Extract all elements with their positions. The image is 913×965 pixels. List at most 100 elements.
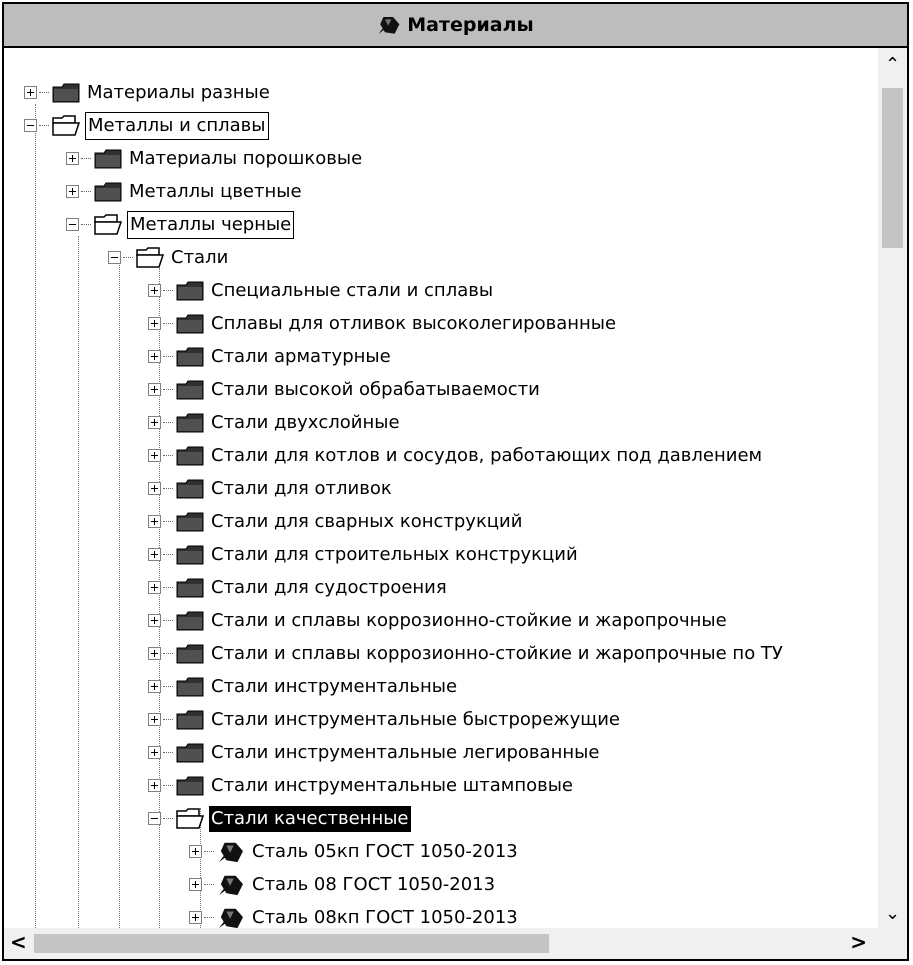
materials-window: Материалы Материалы разные Металлы и спл… xyxy=(2,2,909,961)
tree-node-label: Стали инструментальные быстрорежущие xyxy=(211,708,620,730)
tree-node-metals[interactable]: Металлы и сплавы xyxy=(24,109,269,142)
tree-node-label: Стали и сплавы коррозионно-стойкие и жар… xyxy=(211,642,783,664)
tree-node[interactable]: Стали для строительных конструкций xyxy=(148,538,580,571)
tree-node[interactable]: Стали двухслойные xyxy=(148,406,402,439)
plus-box-icon[interactable] xyxy=(148,416,161,429)
minus-box-icon[interactable] xyxy=(108,251,121,264)
scroll-down-icon[interactable]: ⌄ xyxy=(878,903,907,924)
tree-node-label: Стали инструментальные штамповые xyxy=(211,774,574,796)
plus-box-icon[interactable] xyxy=(148,680,161,693)
tree-node-label: Стали инструментальные xyxy=(211,675,458,697)
tree-node[interactable]: Стали и сплавы коррозионно-стойкие и жар… xyxy=(148,637,785,670)
tree-guide-line xyxy=(78,236,79,930)
plus-box-icon[interactable] xyxy=(24,86,37,99)
folder-icon xyxy=(175,312,205,336)
folder-open-icon xyxy=(51,114,81,138)
tree-node[interactable]: Сталь 05кп ГОСТ 1050-2013 xyxy=(189,835,520,868)
scroll-up-icon[interactable]: ⌃ xyxy=(878,54,907,75)
plus-box-icon[interactable] xyxy=(148,614,161,627)
plus-box-icon[interactable] xyxy=(66,185,79,198)
plus-box-icon[interactable] xyxy=(148,581,161,594)
scroll-right-icon[interactable]: > xyxy=(850,930,867,954)
tree-node-materials-misc[interactable]: Материалы разные xyxy=(24,76,272,109)
tree-node[interactable]: Стали для судостроения xyxy=(148,571,449,604)
tree-node-label: Стали двухслойные xyxy=(211,411,400,433)
folder-icon xyxy=(175,411,205,435)
folder-icon xyxy=(175,741,205,765)
folder-open-icon xyxy=(135,246,165,270)
materials-tree[interactable]: Материалы разные Металлы и сплавы Матери… xyxy=(4,48,880,930)
horizontal-scroll-thumb[interactable] xyxy=(34,934,549,953)
tree-node[interactable]: Стали и сплавы коррозионно-стойкие и жар… xyxy=(148,604,729,637)
folder-icon xyxy=(175,279,205,303)
plus-box-icon[interactable] xyxy=(148,548,161,561)
tree-guide-line xyxy=(35,104,36,930)
tree-node-label: Сплавы для отливок высоколегированные xyxy=(211,312,617,334)
folder-icon xyxy=(175,708,205,732)
material-icon xyxy=(216,906,246,930)
tree-node[interactable]: Сплавы для отливок высоколегированные xyxy=(148,307,618,340)
folder-icon xyxy=(175,609,205,633)
tree-node[interactable]: Стали арматурные xyxy=(148,340,393,373)
minus-box-icon[interactable] xyxy=(148,812,161,825)
folder-icon xyxy=(175,675,205,699)
plus-box-icon[interactable] xyxy=(148,746,161,759)
tree-node-steels[interactable]: Стали xyxy=(108,241,230,274)
tree-node[interactable]: Стали инструментальные легированные xyxy=(148,736,601,769)
tree-node-label: Сталь 08кп ГОСТ 1050-2013 xyxy=(252,906,518,928)
tree-node[interactable]: Стали высокой обрабатываемости xyxy=(148,373,542,406)
plus-box-icon[interactable] xyxy=(148,482,161,495)
scroll-left-icon[interactable]: < xyxy=(10,930,27,954)
tree-node-label: Стали для строительных конструкций xyxy=(211,543,578,565)
tree-guide-line xyxy=(119,252,120,930)
tree-node-label: Металлы цветные xyxy=(129,180,302,202)
tree-node-nonferrous[interactable]: Металлы цветные xyxy=(66,175,304,208)
folder-icon xyxy=(175,774,205,798)
tree-node[interactable]: Сталь 08кп ГОСТ 1050-2013 xyxy=(189,901,520,930)
plus-box-icon[interactable] xyxy=(148,515,161,528)
folder-icon xyxy=(175,477,205,501)
tree-node[interactable]: Стали для отливок xyxy=(148,472,394,505)
tree-node-label: Металлы черные xyxy=(127,210,295,239)
tree-node-label: Стали инструментальные легированные xyxy=(211,741,600,763)
folder-icon xyxy=(93,147,123,171)
tree-node[interactable]: Сталь 08 ГОСТ 1050-2013 xyxy=(189,868,497,901)
tree-node-label: Стали xyxy=(171,246,229,268)
vertical-scroll-thumb[interactable] xyxy=(882,88,903,248)
plus-box-icon[interactable] xyxy=(148,350,161,363)
plus-box-icon[interactable] xyxy=(148,713,161,726)
plus-box-icon[interactable] xyxy=(148,779,161,792)
folder-icon xyxy=(51,81,81,105)
plus-box-icon[interactable] xyxy=(148,647,161,660)
tree-node-label-selected: Стали качественные xyxy=(209,805,411,832)
plus-box-icon[interactable] xyxy=(66,152,79,165)
material-icon xyxy=(377,13,401,37)
tree-node-label: Сталь 08 ГОСТ 1050-2013 xyxy=(252,873,496,895)
folder-icon xyxy=(175,345,205,369)
vertical-scrollbar[interactable]: ⌃ ⌄ xyxy=(878,48,907,930)
tree-node-label: Стали для судостроения xyxy=(211,576,447,598)
plus-box-icon[interactable] xyxy=(148,449,161,462)
tree-node-powder[interactable]: Материалы порошковые xyxy=(66,142,364,175)
tree-node[interactable]: Стали инструментальные штамповые xyxy=(148,769,575,802)
tree-node[interactable]: Стали инструментальные xyxy=(148,670,459,703)
plus-box-icon[interactable] xyxy=(148,284,161,297)
horizontal-scrollbar[interactable]: < > xyxy=(4,928,907,959)
folder-icon xyxy=(175,378,205,402)
tree-node-quality-steels[interactable]: Стали качественные xyxy=(148,802,411,835)
tree-node-label: Стали для отливок xyxy=(211,477,392,499)
minus-box-icon[interactable] xyxy=(24,119,37,132)
minus-box-icon[interactable] xyxy=(66,218,79,231)
plus-box-icon[interactable] xyxy=(148,317,161,330)
plus-box-icon[interactable] xyxy=(189,878,202,891)
tree-node-ferrous[interactable]: Металлы черные xyxy=(66,208,295,241)
plus-box-icon[interactable] xyxy=(148,383,161,396)
window-title: Материалы xyxy=(407,14,534,36)
tree-node[interactable]: Стали для котлов и сосудов, работающих п… xyxy=(148,439,764,472)
tree-node-label: Стали для котлов и сосудов, работающих п… xyxy=(211,444,763,466)
plus-box-icon[interactable] xyxy=(189,911,202,924)
tree-node[interactable]: Стали инструментальные быстрорежущие xyxy=(148,703,622,736)
tree-node[interactable]: Стали для сварных конструкций xyxy=(148,505,524,538)
tree-node[interactable]: Специальные стали и сплавы xyxy=(148,274,495,307)
plus-box-icon[interactable] xyxy=(189,845,202,858)
